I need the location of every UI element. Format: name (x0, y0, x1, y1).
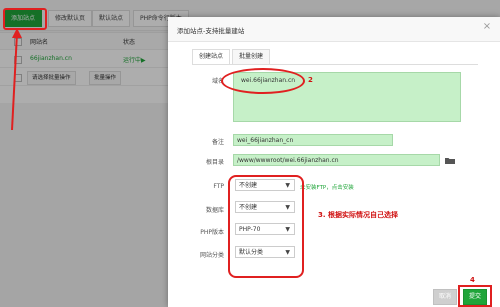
dialog-header: 添加站点-支持批量建站 × (168, 17, 500, 42)
folder-icon[interactable] (445, 157, 455, 164)
ftp-install-link[interactable]: 未安装FTP，点击安装 (300, 183, 354, 191)
root-dir-label: 根目录 (205, 159, 224, 166)
annotation-arrow-icon (11, 28, 22, 131)
domain-label: 域名 (211, 78, 224, 85)
tab-create-site[interactable]: 创建站点 (192, 49, 231, 65)
ftp-label: FTP (213, 183, 224, 190)
options-highlight (228, 175, 304, 278)
root-dir-input[interactable]: /www/wwwroot/wei.66jianzhan.cn (233, 154, 440, 166)
annotation-step-4: 4 (470, 276, 475, 284)
tab-divider (192, 64, 478, 65)
close-icon[interactable]: × (482, 22, 492, 32)
database-label: 数据库 (205, 207, 224, 214)
domain-highlight (221, 68, 305, 94)
annotation-step-2: 2 (308, 76, 313, 84)
category-label: 网站分类 (199, 252, 224, 259)
remark-label: 备注 (211, 139, 224, 146)
tab-batch-create[interactable]: 批量创建 (232, 49, 271, 65)
cancel-button[interactable]: 取消 (433, 289, 458, 305)
add-site-dialog: 添加站点-支持批量建站 × 创建站点 批量创建 域名 wei.66jianzha… (168, 17, 500, 307)
php-version-label: PHP版本 (200, 229, 224, 236)
submit-highlight (458, 285, 492, 307)
annotation-step-3: 3. 根据实际情况自己选择 (318, 211, 398, 219)
remark-input[interactable]: wei_66jianzhan_cn (233, 134, 393, 146)
dialog-title: 添加站点-支持批量建站 (177, 27, 245, 35)
